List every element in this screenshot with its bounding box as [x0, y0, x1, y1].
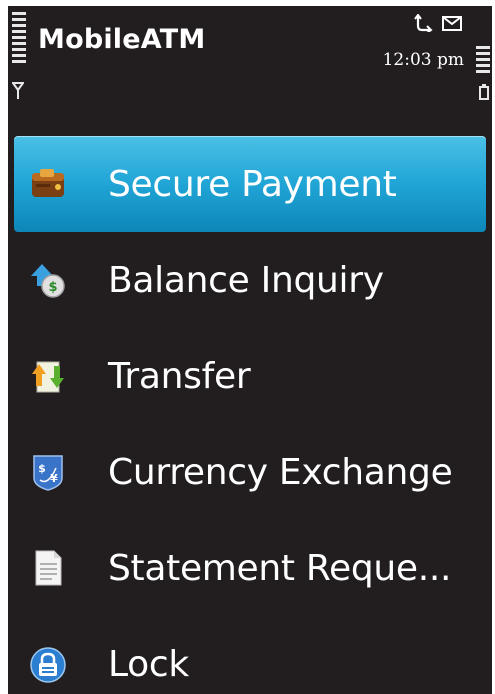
transfer-icon	[32, 361, 64, 393]
wallet-icon	[32, 169, 64, 197]
battery-icon	[479, 84, 489, 100]
envelope-icon	[442, 15, 462, 31]
svg-text:$: $	[48, 280, 57, 295]
status-bar: MobileATM 12:03 pm	[8, 6, 492, 118]
menu-item-label: Secure Payment	[108, 163, 397, 205]
document-icon	[35, 550, 62, 586]
notification-icons	[414, 14, 462, 32]
coin-upload-icon: $	[31, 264, 65, 298]
menu-item-transfer[interactable]: Transfer	[8, 328, 492, 424]
menu-item-label: Currency Exchange	[108, 451, 453, 493]
clock: 12:03 pm	[382, 50, 464, 70]
phone-screen: MobileATM 12:03 pm Secure Payment $ Bala…	[8, 6, 492, 694]
menu-item-balance-inquiry[interactable]: $ Balance Inquiry	[8, 232, 492, 328]
svg-text:$: $	[38, 462, 46, 475]
menu-item-label: Statement Reque...	[108, 547, 452, 589]
currency-exchange-icon: $ ¥	[33, 455, 63, 491]
menu-item-label: Transfer	[108, 355, 251, 397]
menu-item-label: Lock	[108, 643, 189, 685]
menu-item-label: Balance Inquiry	[108, 259, 384, 301]
menu-item-statement-request[interactable]: Statement Reque...	[8, 520, 492, 616]
call-forward-icon	[414, 14, 433, 32]
lock-icon	[30, 647, 66, 683]
battery-level-icon	[476, 46, 490, 76]
app-title: MobileATM	[38, 24, 206, 55]
signal-strength-icon	[12, 12, 26, 66]
menu-item-lock[interactable]: Lock	[8, 616, 492, 694]
antenna-icon	[12, 82, 24, 99]
menu-item-secure-payment[interactable]: Secure Payment	[14, 136, 486, 232]
menu-item-currency-exchange[interactable]: $ ¥ Currency Exchange	[8, 424, 492, 520]
svg-text:¥: ¥	[50, 472, 58, 485]
main-menu: Secure Payment $ Balance Inquiry Transfe…	[8, 136, 492, 694]
